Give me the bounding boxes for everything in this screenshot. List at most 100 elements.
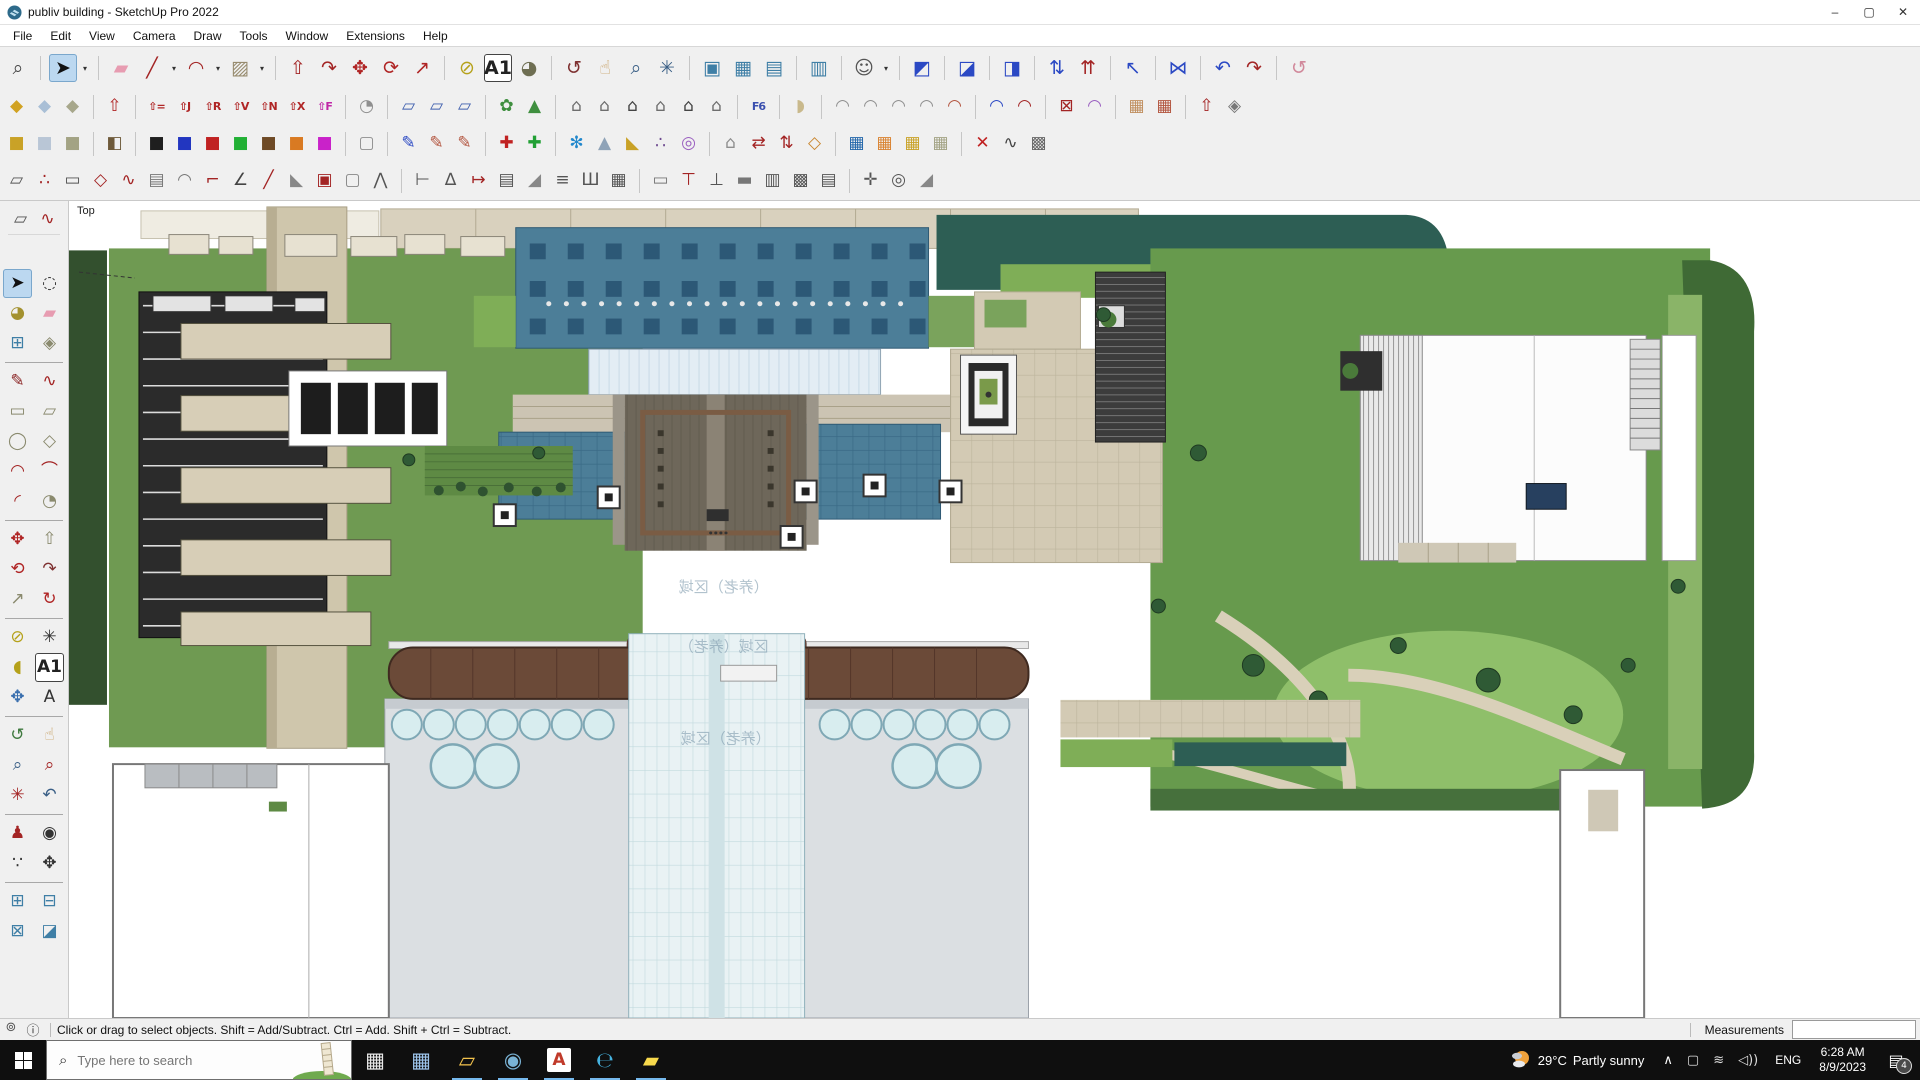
house-c-icon[interactable]: ⌂ [620, 94, 645, 119]
squiggle-icon[interactable]: ∿ [116, 168, 141, 193]
rotate-icon[interactable]: ⟳ [377, 54, 405, 82]
grid-blue-icon[interactable]: ▦ [844, 131, 869, 156]
shed-icon[interactable]: ⌂ [718, 131, 743, 156]
previous-view-icon[interactable]: ↶ [35, 781, 64, 810]
maximize-button[interactable]: ▢ [1852, 0, 1886, 24]
pushpull-icon[interactable]: ⇧ [35, 525, 64, 554]
rectangle-icon[interactable]: ▨ [226, 54, 254, 82]
walk-icon[interactable]: ∵ [3, 849, 32, 878]
minimize-button[interactable]: – [1818, 0, 1852, 24]
scale-icon[interactable]: ↗ [3, 585, 32, 614]
compass-icon[interactable]: ◎ [886, 168, 911, 193]
paint-bucket-icon[interactable]: ◕ [3, 299, 32, 328]
front-view-icon[interactable]: ◨ [998, 54, 1026, 82]
crane-icon[interactable]: ⊤ [676, 168, 701, 193]
leader-icon[interactable]: ⌐ [200, 168, 225, 193]
start-button[interactable] [0, 1040, 46, 1080]
cube-red-icon[interactable]: ■ [200, 131, 225, 156]
move-icon[interactable]: ✥ [346, 54, 374, 82]
wave-icon[interactable]: ∿ [998, 131, 1023, 156]
house-a-icon[interactable]: ⌂ [564, 94, 589, 119]
dome-a-icon[interactable]: ◠ [830, 94, 855, 119]
zoom-window-icon[interactable]: ⌕ [4, 54, 32, 82]
network-wifi-icon[interactable]: ≋ [1706, 1053, 1731, 1068]
eraser-icon[interactable]: ▰ [35, 299, 64, 328]
box-open-icon[interactable]: ◇ [802, 131, 827, 156]
dome-c-icon[interactable]: ◠ [886, 94, 911, 119]
hoist-icon[interactable]: ⊥ [704, 168, 729, 193]
menu-edit[interactable]: Edit [41, 27, 80, 45]
dome-pencil-icon[interactable]: ◠ [942, 94, 967, 119]
action-center-button[interactable]: ▤ 4 [1876, 1040, 1916, 1080]
back-edges-icon[interactable]: ▦ [729, 54, 757, 82]
dome-b-icon[interactable]: ◠ [858, 94, 883, 119]
raise-objects-icon[interactable]: ⇈ [1074, 54, 1102, 82]
menu-view[interactable]: View [80, 27, 124, 45]
select-icon[interactable]: ➤ [3, 269, 32, 298]
north-icon[interactable]: ✛ [858, 168, 883, 193]
crate-icon[interactable]: ▦ [1124, 94, 1149, 119]
model-viewport[interactable]: Top （养老）区域 区域（养老） （养老）区域 [69, 201, 1920, 1018]
component-icon[interactable]: ⊞ [3, 329, 32, 358]
cube-black-icon[interactable]: ■ [144, 131, 169, 156]
red-flag-icon[interactable]: ▣ [312, 168, 337, 193]
delete-red-icon[interactable]: ✕ [970, 131, 995, 156]
angle-icon[interactable]: ∠ [228, 168, 253, 193]
grid-olive-icon[interactable]: ▦ [928, 131, 953, 156]
smart-move-icon[interactable]: ↖ [1119, 54, 1147, 82]
rotate-icon[interactable]: ⟲ [3, 555, 32, 584]
taskbar-search[interactable]: ⌕ [46, 1040, 352, 1080]
xray-icon[interactable]: ▣ [698, 54, 726, 82]
dome-d-icon[interactable]: ◠ [914, 94, 939, 119]
followme-icon[interactable]: ↷ [35, 555, 64, 584]
diamond-icon[interactable]: ◇ [88, 168, 113, 193]
redo-icon[interactable]: ↷ [1240, 54, 1268, 82]
calculator-icon[interactable]: ▦ [398, 1040, 444, 1080]
sticky-notes-icon[interactable]: ▰ [628, 1040, 674, 1080]
slope-line-icon[interactable]: ╱ [256, 168, 281, 193]
tag-icon[interactable]: ◈ [35, 329, 64, 358]
text-icon[interactable]: A1 [35, 653, 64, 682]
taskbar-clock[interactable]: 6:28 AM 8/9/2023 [1811, 1045, 1874, 1075]
zoom-extents-icon[interactable]: ✳ [3, 781, 32, 810]
hidden-icons-chevron[interactable]: ∧ [1656, 1053, 1680, 1068]
dimensions-icon[interactable]: ✥ [3, 683, 32, 712]
edge-icon[interactable]: ℮ [582, 1040, 628, 1080]
tree-icon[interactable]: ▲ [522, 94, 547, 119]
section-plane-icon[interactable]: ⊞ [3, 887, 32, 916]
lift-icon[interactable]: ⇅ [774, 131, 799, 156]
extrude-eq-icon[interactable]: ⇧= [144, 94, 169, 119]
fan-fold-icon[interactable]: ◔ [354, 94, 379, 119]
look-around-icon[interactable]: ◉ [35, 819, 64, 848]
section-cut-icon[interactable]: ◪ [35, 917, 64, 946]
top-view-icon[interactable]: ◪ [953, 54, 981, 82]
geolocation-icon[interactable]: ⊚ [0, 1020, 22, 1039]
meet-now-icon[interactable]: ▢ [1680, 1053, 1706, 1068]
extrude-f-icon[interactable]: ⇧F [312, 94, 337, 119]
crate-red-icon[interactable]: ▦ [1152, 94, 1177, 119]
search-input[interactable] [75, 1051, 293, 1069]
grid-yellow-icon[interactable]: ▦ [900, 131, 925, 156]
pushpull-icon[interactable]: ⇧ [284, 54, 312, 82]
sandbox-icon[interactable]: ◗ [788, 94, 813, 119]
line-icon[interactable]: ╱ [138, 54, 166, 82]
box-tan-icon[interactable]: ◆ [60, 94, 85, 119]
menu-help[interactable]: Help [414, 27, 457, 45]
pencil-blue-icon[interactable]: ✎ [396, 131, 421, 156]
stairs-icon[interactable]: ▤ [494, 168, 519, 193]
close-button[interactable]: ✕ [1886, 0, 1920, 24]
cube-green-icon[interactable]: ■ [228, 131, 253, 156]
zoom-window-icon[interactable]: ⌕ [35, 751, 64, 780]
fog-icon[interactable]: ▥ [805, 54, 833, 82]
zoom-icon[interactable]: ⌕ [3, 751, 32, 780]
snowflake-icon[interactable]: ✻ [564, 131, 589, 156]
box-solid-icon[interactable]: ◆ [4, 94, 29, 119]
walkthrough-icon[interactable]: ☺ [850, 54, 878, 82]
file-explorer-icon[interactable]: ▱ [444, 1040, 490, 1080]
house-f-icon[interactable]: ⌂ [704, 94, 729, 119]
elev-mark-icon[interactable]: ∆ [438, 168, 463, 193]
menu-window[interactable]: Window [277, 27, 338, 45]
cube-blue-icon[interactable]: ■ [172, 131, 197, 156]
pan-icon[interactable]: ☝ [591, 54, 619, 82]
peak-icon[interactable]: ⋀ [368, 168, 393, 193]
